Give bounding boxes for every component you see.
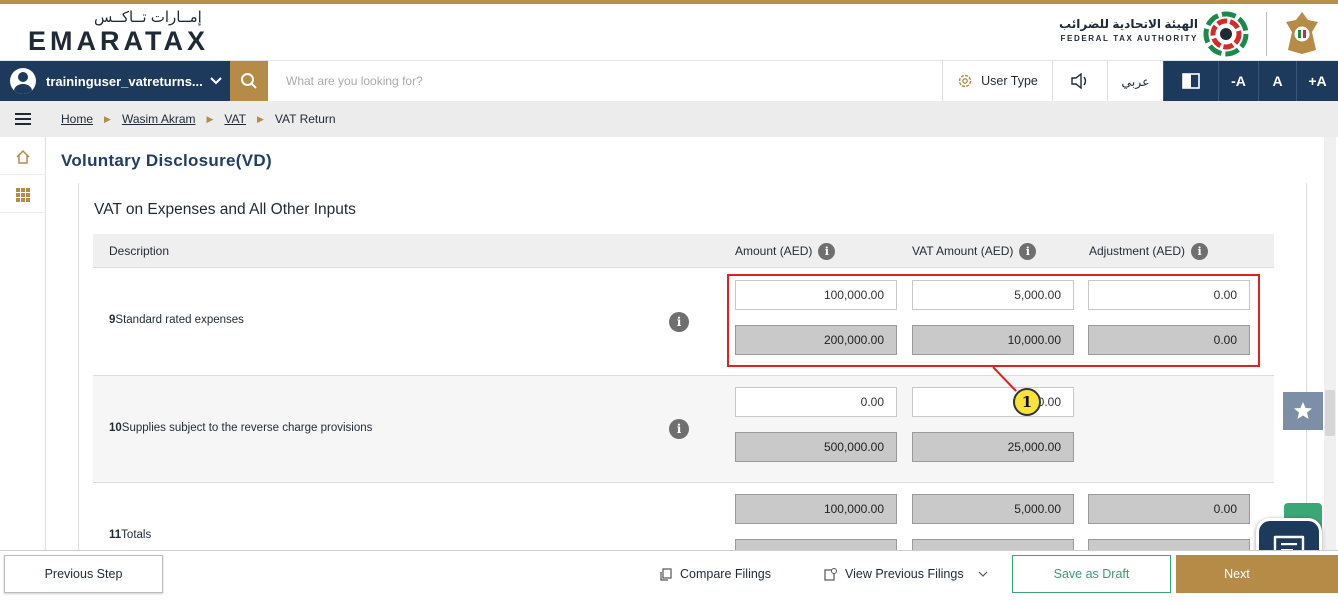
user-menu-button[interactable]: traininguser_vatreturns... (0, 61, 230, 101)
highlight-box (727, 274, 1260, 367)
row-description: Standard rated expenses (115, 314, 244, 326)
uae-emblem-icon (1286, 12, 1318, 54)
breadcrumb-user-link[interactable]: Wasim Akram (122, 112, 196, 126)
page-scrollbar[interactable] (1324, 137, 1336, 550)
view-previous-filings-dropdown[interactable]: View Previous Filings (824, 555, 996, 593)
breadcrumb-separator-icon: ▶ (104, 113, 111, 124)
vat-amount-original-value: 25,000.00 (912, 432, 1074, 462)
table-header: Description Amount (AED) i VAT Amount (A… (93, 234, 1274, 268)
previous-step-button[interactable]: Previous Step (4, 555, 163, 593)
user-type-button[interactable]: User Type (942, 61, 1052, 101)
chevron-down-icon (978, 571, 988, 577)
amount-original-value: 500,000.00 (735, 432, 897, 462)
home-icon (16, 149, 30, 164)
callout-badge: 1 (1013, 388, 1041, 416)
footer-action-bar: Previous Step Compare Filings View Previ… (0, 550, 1338, 603)
authority-arabic-name: الهيئة الاتحادية للضرائب (1059, 17, 1198, 31)
font-decrease-button[interactable]: -A (1218, 61, 1258, 101)
search-input[interactable] (268, 61, 942, 101)
amount-input[interactable]: 0.00 (735, 387, 897, 417)
info-icon[interactable]: i (1019, 242, 1037, 260)
column-header-amount-label: Amount (AED) (735, 244, 813, 258)
column-header-amount: Amount (AED) i (735, 234, 836, 268)
row-label: 11Totals (109, 529, 151, 541)
hamburger-menu-button[interactable] (0, 101, 46, 137)
adjustment-total-value: 0.00 (1088, 494, 1250, 524)
compare-filings-label: Compare Filings (680, 567, 772, 581)
arabic-language-button[interactable]: عربي (1107, 61, 1163, 101)
header-divider (1266, 12, 1267, 56)
view-previous-filings-label: View Previous Filings (845, 567, 964, 581)
emaratax-logo[interactable]: EMARATAX (28, 26, 209, 57)
read-aloud-button[interactable] (1052, 61, 1107, 101)
breadcrumb-current: VAT Return (274, 112, 336, 126)
contrast-icon (1182, 73, 1200, 89)
scrollbar-thumb[interactable] (1325, 390, 1335, 436)
speaker-icon (1071, 73, 1087, 89)
column-header-adjustment: Adjustment (AED) i (1089, 234, 1209, 268)
top-toolbar: traininguser_vatreturns... User Type عرب… (0, 61, 1338, 101)
amount-total-value: 100,000.00 (735, 494, 897, 524)
table-row: 11Totals 100,000.00 5,000.00 0.00 (93, 483, 1274, 550)
info-icon[interactable]: i (818, 242, 836, 260)
sidebar-item-apps[interactable] (0, 177, 46, 213)
row-label: 10Supplies subject to the reverse charge… (109, 422, 372, 434)
search-button[interactable] (230, 61, 268, 101)
info-icon[interactable]: i (1191, 242, 1209, 260)
font-increase-button[interactable]: +A (1296, 61, 1338, 101)
contrast-toggle-button[interactable] (1163, 61, 1218, 101)
save-as-draft-button[interactable]: Save as Draft (1012, 555, 1171, 593)
table-row: 10Supplies subject to the reverse charge… (93, 376, 1274, 483)
section-title: VAT on Expenses and All Other Inputs (94, 201, 356, 218)
vat-amount-total-value: 5,000.00 (912, 494, 1074, 524)
hamburger-icon (15, 113, 31, 125)
user-avatar-icon (10, 68, 36, 94)
breadcrumb-home-link[interactable]: Home (61, 112, 93, 126)
row-number: 10 (109, 422, 122, 434)
next-button[interactable]: Next (1176, 555, 1338, 593)
star-icon (1294, 402, 1312, 419)
row-description: Supplies subject to the reverse charge p… (121, 422, 373, 434)
sidebar-item-home[interactable] (0, 139, 46, 175)
favorite-button[interactable] (1283, 392, 1323, 430)
row-description: Totals (121, 529, 152, 541)
compare-filings-link[interactable]: Compare Filings (660, 555, 771, 593)
amount-total-secondary (735, 539, 897, 550)
user-type-label: User Type (981, 74, 1038, 88)
copy-icon (660, 567, 672, 581)
site-header: إمــارات تــاكــس EMARATAX الهيئة الاتحا… (0, 4, 1338, 61)
vat-total-secondary (912, 539, 1074, 550)
arabic-label: عربي (1121, 74, 1150, 89)
search-icon (241, 73, 257, 89)
username-label: traininguser_vatreturns... (46, 73, 203, 89)
column-header-description: Description (109, 244, 170, 258)
column-header-vat-amount-label: VAT Amount (AED) (912, 244, 1014, 258)
adjustment-total-secondary (1088, 539, 1250, 550)
column-header-vat-amount: VAT Amount (AED) i (912, 234, 1037, 268)
column-header-adjustment-label: Adjustment (AED) (1089, 244, 1186, 258)
breadcrumb-separator-icon: ▶ (206, 113, 214, 124)
breadcrumb-separator-icon: ▶ (256, 113, 264, 124)
page-title: Voluntary Disclosure(VD) (61, 151, 272, 170)
left-sidebar (0, 101, 46, 550)
authority-english-name: FEDERAL TAX AUTHORITY (1060, 34, 1198, 43)
info-icon[interactable]: i (669, 312, 689, 332)
breadcrumb-vat-link[interactable]: VAT (224, 112, 246, 126)
chevron-down-icon (210, 74, 222, 88)
fta-logo-icon (1203, 11, 1249, 57)
logo-arabic-text: إمــارات تــاكــس (94, 9, 202, 26)
info-icon[interactable]: i (669, 419, 689, 439)
font-reset-button[interactable]: A (1258, 61, 1296, 101)
breadcrumb: Home ▶ Wasim Akram ▶ VAT ▶ VAT Return (46, 101, 1338, 137)
document-history-icon (824, 567, 837, 581)
grid-icon (16, 187, 30, 202)
row-label: 9Standard rated expenses (109, 314, 244, 326)
row-number: 11 (109, 529, 122, 541)
gear-icon (958, 74, 972, 88)
